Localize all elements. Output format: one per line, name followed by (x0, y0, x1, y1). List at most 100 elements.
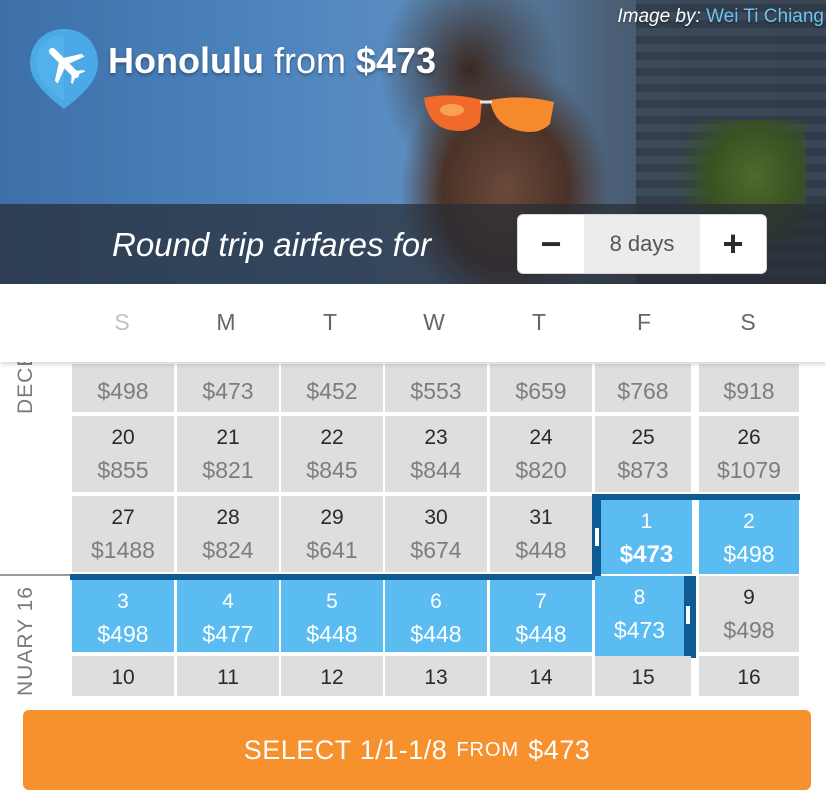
airplane-icon (30, 29, 98, 109)
calendar-day-number: 4 (222, 590, 234, 613)
calendar-day-fare: $820 (515, 457, 567, 483)
calendar-day-fare: $498 (723, 541, 775, 567)
selection-start-handle[interactable] (595, 528, 599, 546)
calendar-day-number: 20 (111, 426, 135, 449)
calendar-day-sat-w5[interactable]: 16 (699, 656, 799, 696)
calendar-day-sat-w1[interactable]: $918 (699, 364, 799, 412)
decrease-days-button[interactable]: − (518, 215, 584, 273)
calendar-day-wed-w5[interactable]: 13 (385, 656, 487, 696)
calendar-day-fare: $641 (306, 537, 358, 563)
calendar-day-wed-w2[interactable]: 23 $844 (385, 416, 487, 492)
calendar-day-fare: $659 (515, 378, 567, 404)
calendar-day-number: 15 (631, 666, 655, 689)
calendar-day-fare: $448 (515, 537, 567, 563)
trip-length-stepper: − 8 days + (517, 214, 767, 274)
calendar-day-fri-w1[interactable]: $768 (595, 364, 691, 412)
weekday-thursday: T (531, 309, 547, 335)
weekday-header: S M T W T F S (0, 284, 826, 362)
calendar-day-fare: $845 (306, 457, 358, 483)
plus-icon: + (722, 223, 744, 264)
page-title: Honolulu from $473 (108, 40, 436, 82)
calendar-day-number: 2 (743, 510, 755, 533)
footer: SELECT 1/1-1/8 FROM $473 (0, 696, 826, 806)
selected-price: $473 (528, 734, 591, 765)
calendar-day-mon-w4[interactable]: 4 $477 (177, 580, 279, 652)
calendar-day-sun-w4[interactable]: 3 $498 (72, 580, 174, 652)
weekday-sunday: S (114, 309, 130, 335)
calendar-day-fare: $844 (410, 457, 462, 483)
calendar-day-thu-w5[interactable]: 14 (490, 656, 592, 696)
calendar-day-fare: $855 (97, 457, 149, 483)
calendar-day-number: 26 (737, 426, 761, 449)
calendar-day-number: 8 (633, 586, 646, 609)
calendar-day-mon-w5[interactable]: 11 (177, 656, 279, 696)
weekday-saturday: S (740, 309, 756, 335)
calendar-day-mon-w3[interactable]: 28 $824 (177, 496, 279, 572)
calendar-day-fare: $873 (617, 457, 669, 483)
select-word: SELECT (243, 734, 352, 765)
increase-days-button[interactable]: + (700, 215, 766, 273)
calendar-day-number: 25 (631, 426, 655, 449)
month-label-december: DECE (14, 362, 37, 414)
calendar-day-number: 13 (424, 666, 448, 689)
calendar-day-number: 3 (117, 590, 129, 613)
calendar-day-tue-w4[interactable]: 5 $448 (281, 580, 383, 652)
calendar-day-wed-w4[interactable]: 6 $448 (385, 580, 487, 652)
calendar-day-number: 12 (320, 666, 344, 689)
calendar-day-sun-w3[interactable]: 27 $1488 (72, 496, 174, 572)
calendar-day-fri-w5[interactable]: 15 (595, 656, 691, 696)
image-credit-author-link[interactable]: Wei Ti Chiang (706, 6, 824, 27)
image-credit: Image by: Wei Ti Chiang (617, 6, 824, 28)
calendar-day-mon-w2[interactable]: 21 $821 (177, 416, 279, 492)
calendar-day-sat-w2[interactable]: 26 $1079 (699, 416, 799, 492)
calendar-day-fare: $1488 (91, 537, 155, 563)
fare-calendar: DECE NUARY 16 $498 $473 $452 $553 $659 $768 $9… (0, 362, 826, 696)
weekday-wednesday: W (423, 309, 445, 335)
calendar-day-fare: $498 (97, 378, 149, 404)
calendar-day-tue-w2[interactable]: 22 $845 (281, 416, 383, 492)
calendar-day-sun-w2[interactable]: 20 $855 (72, 416, 174, 492)
calendar-day-fri-w3[interactable]: 1 $473 (595, 500, 692, 574)
calendar-day-sun-w5[interactable]: 10 (72, 656, 174, 696)
calendar-day-number: 9 (743, 586, 755, 609)
calendar-day-number: 14 (529, 666, 553, 689)
fare-label: Round trip airfares for (112, 226, 432, 263)
calendar-day-fare: $473 (202, 378, 254, 404)
calendar-day-tue-w1[interactable]: $452 (281, 364, 383, 412)
calendar-day-fri-w2[interactable]: 25 $873 (595, 416, 691, 492)
calendar-day-wed-w1[interactable]: $553 (385, 364, 487, 412)
from-word: from (273, 40, 346, 81)
calendar-day-fare: $473 (619, 541, 674, 568)
calendar-day-wed-w3[interactable]: 30 $674 (385, 496, 487, 572)
calendar-day-number: 31 (529, 506, 553, 529)
calendar-day-tue-w3[interactable]: 29 $641 (281, 496, 383, 572)
calendar-day-number: 23 (424, 426, 448, 449)
calendar-day-number: 27 (111, 506, 135, 529)
calendar-day-fri-w4[interactable]: 8 $473 (595, 576, 690, 656)
minus-icon: − (540, 223, 562, 264)
calendar-day-sat-w4[interactable]: 9 $498 (699, 576, 799, 652)
calendar-day-number: 11 (217, 666, 239, 689)
calendar-day-thu-w4[interactable]: 7 $448 (490, 580, 592, 652)
calendar-day-fare: $448 (410, 621, 462, 647)
calendar-day-fare: $824 (202, 537, 254, 563)
selection-end-handle[interactable] (686, 606, 690, 624)
weekday-monday: M (216, 309, 236, 335)
month-label-january: NUARY 16 (14, 586, 37, 696)
calendar-day-number: 1 (640, 510, 653, 533)
calendar-day-tue-w5[interactable]: 12 (281, 656, 383, 696)
from-word: FROM (456, 738, 520, 761)
calendar-day-sat-w3[interactable]: 2 $498 (699, 500, 799, 574)
calendar-day-mon-w1[interactable]: $473 (177, 364, 279, 412)
calendar-day-number: 5 (326, 590, 338, 613)
calendar-day-thu-w1[interactable]: $659 (490, 364, 592, 412)
calendar-day-sun-w1[interactable]: $498 (72, 364, 174, 412)
calendar-day-thu-w3[interactable]: 31 $448 (490, 496, 592, 572)
headline-price: $473 (355, 40, 437, 81)
weekday-friday: F (636, 309, 652, 335)
calendar-day-fare: $473 (613, 617, 666, 643)
calendar-day-thu-w2[interactable]: 24 $820 (490, 416, 592, 492)
calendar-day-number: 22 (320, 426, 344, 449)
select-dates-button[interactable]: SELECT 1/1-1/8 FROM $473 (23, 710, 811, 790)
calendar-day-fare: $448 (515, 621, 567, 647)
